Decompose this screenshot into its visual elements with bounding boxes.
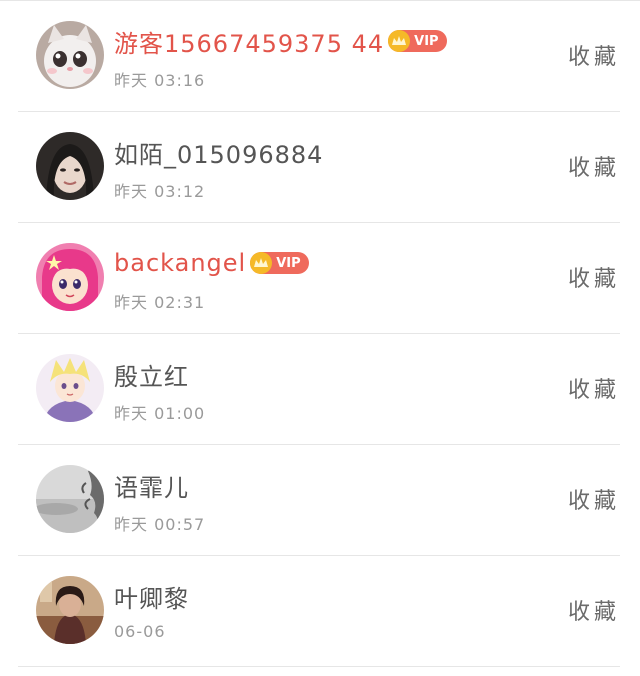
avatar[interactable] xyxy=(36,243,104,311)
user-name: 如陌_015096884 xyxy=(114,140,324,169)
collect-button[interactable]: 收藏 xyxy=(568,150,620,182)
collect-button[interactable]: 收藏 xyxy=(568,39,620,71)
avatar[interactable] xyxy=(36,576,104,644)
list-item[interactable]: 殷立红 昨天 01:00 收藏 xyxy=(18,334,620,445)
avatar[interactable] xyxy=(36,21,104,89)
list-item[interactable]: 游客15667459375 44 VIP 昨天 03:16 收藏 xyxy=(18,1,620,112)
timestamp: 昨天 01:00 xyxy=(114,404,206,423)
user-name: backangel xyxy=(114,249,247,277)
user-name: 殷立红 xyxy=(114,362,189,391)
name-line: 叶卿黎 xyxy=(114,578,189,614)
avatar[interactable] xyxy=(36,465,104,533)
collect-button[interactable]: 收藏 xyxy=(568,372,620,404)
collect-button[interactable]: 收藏 xyxy=(568,261,620,293)
favorites-user-list: 游客15667459375 44 VIP 昨天 03:16 收藏 如陌_0150… xyxy=(0,0,640,676)
anime-boy-avatar-icon xyxy=(36,354,104,422)
timestamp: 06-06 xyxy=(114,622,166,641)
user-name: 语霏儿 xyxy=(114,473,189,502)
name-line: 殷立红 xyxy=(114,356,189,392)
vip-label: VIP xyxy=(276,255,301,271)
name-line: 如陌_015096884 xyxy=(114,134,323,170)
timestamp: 昨天 03:12 xyxy=(114,182,206,201)
collect-button[interactable]: 收藏 xyxy=(568,594,620,626)
list-item[interactable]: backangel VIP 昨天 02:31 收藏 xyxy=(18,223,620,334)
anime-girl-avatar-icon xyxy=(36,243,104,311)
avatar[interactable] xyxy=(36,132,104,200)
cat-avatar-icon xyxy=(36,21,104,89)
list-item[interactable]: 如陌_015096884 昨天 03:12 收藏 xyxy=(18,112,620,223)
woman-avatar-icon xyxy=(36,132,104,200)
timestamp: 昨天 00:57 xyxy=(114,515,206,534)
list-item[interactable]: 语霏儿 昨天 00:57 收藏 xyxy=(18,445,620,556)
landscape-avatar-icon xyxy=(36,465,104,533)
vip-badge: VIP xyxy=(388,30,447,52)
vip-badge: VIP xyxy=(250,252,309,274)
collect-button[interactable]: 收藏 xyxy=(568,483,620,515)
name-line: 语霏儿 xyxy=(114,467,189,503)
list-item[interactable]: 叶卿黎 06-06 收藏 xyxy=(18,556,620,667)
name-line: 游客15667459375 44 VIP xyxy=(114,23,447,59)
dark-portrait-avatar-icon xyxy=(36,576,104,644)
crown-icon xyxy=(388,30,411,52)
avatar[interactable] xyxy=(36,354,104,422)
user-name: 叶卿黎 xyxy=(114,584,189,613)
crown-icon xyxy=(250,252,273,274)
timestamp: 昨天 03:16 xyxy=(114,71,206,90)
name-line: backangel VIP xyxy=(114,245,309,281)
timestamp: 昨天 02:31 xyxy=(114,293,206,312)
vip-label: VIP xyxy=(414,33,439,49)
user-name: 游客15667459375 44 xyxy=(114,29,385,58)
